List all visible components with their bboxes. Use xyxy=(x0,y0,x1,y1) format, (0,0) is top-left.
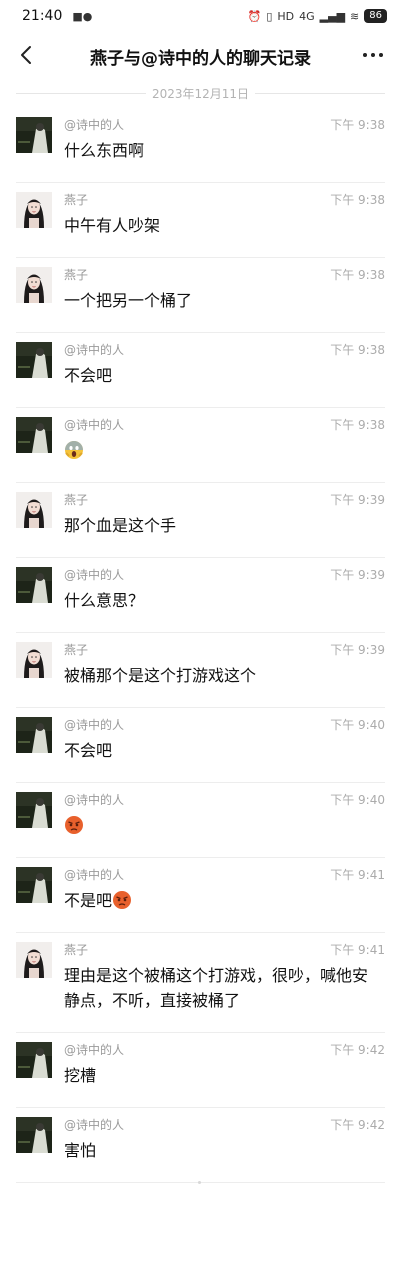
message-time: 下午 9:39 xyxy=(330,643,385,657)
message-item[interactable]: 燕子 下午 9:38 一个把另一个桶了 xyxy=(16,258,385,333)
message-time: 下午 9:39 xyxy=(330,493,385,507)
message-time: 下午 9:40 xyxy=(330,718,385,732)
message-item[interactable]: 燕子 下午 9:38 中午有人吵架 xyxy=(16,183,385,258)
message-content xyxy=(64,438,377,463)
divider-line xyxy=(16,92,146,94)
angry-face-emoji-icon xyxy=(65,816,83,834)
hd-icon: HD xyxy=(277,9,295,23)
sender-name: @诗中的人 xyxy=(64,718,125,732)
message-time: 下午 9:42 xyxy=(330,1118,385,1132)
message-text: 中午有人吵架 xyxy=(64,216,161,235)
message-text: 一个把另一个桶了 xyxy=(64,291,193,310)
message-text: 什么东西啊 xyxy=(64,141,145,160)
message-item[interactable]: @诗中的人 下午 9:38 xyxy=(16,408,385,483)
message-time: 下午 9:38 xyxy=(330,193,385,207)
message-item[interactable]: @诗中的人 下午 9:40 xyxy=(16,783,385,858)
message-time: 下午 9:41 xyxy=(330,943,385,957)
message-item[interactable]: @诗中的人 下午 9:41 不是吧 xyxy=(16,858,385,933)
status-bar: 21:40 ■● ⏰ ▯ HD 4G ▂▄▆ ≋ 86 xyxy=(0,0,401,32)
nav-bar: 燕子与@诗中的人的聊天记录 xyxy=(0,32,401,80)
sender-name: @诗中的人 xyxy=(64,868,125,882)
message-item[interactable]: 燕子 下午 9:39 被桶那个是这个打游戏这个 xyxy=(16,633,385,708)
more-options-icon[interactable] xyxy=(361,46,385,64)
sender-name: 燕子 xyxy=(64,193,89,207)
message-item[interactable]: 燕子 下午 9:41 理由是这个被桶这个打游戏，很吵，喊他安静点，不听，直接被桶… xyxy=(16,933,385,1033)
sender-name: 燕子 xyxy=(64,943,89,957)
vibrate-icon: ▯ xyxy=(266,9,273,23)
message-time: 下午 9:40 xyxy=(330,793,385,807)
alarm-icon: ⏰ xyxy=(247,9,262,23)
screaming-face-emoji-icon xyxy=(65,441,83,459)
sender-name: @诗中的人 xyxy=(64,1043,125,1057)
message-time: 下午 9:38 xyxy=(330,118,385,132)
message-time: 下午 9:39 xyxy=(330,568,385,582)
avatar[interactable] xyxy=(16,1117,52,1153)
avatar[interactable] xyxy=(16,342,52,378)
avatar[interactable] xyxy=(16,492,52,528)
avatar[interactable] xyxy=(16,1042,52,1078)
message-text: 不会吧 xyxy=(64,366,113,385)
message-time: 下午 9:38 xyxy=(330,343,385,357)
message-text: 害怕 xyxy=(64,1141,97,1160)
message-text: 被桶那个是这个打游戏这个 xyxy=(64,666,257,685)
avatar[interactable] xyxy=(16,567,52,603)
message-text: 那个血是这个手 xyxy=(64,516,177,535)
avatar[interactable] xyxy=(16,417,52,453)
sender-name: 燕子 xyxy=(64,643,89,657)
sender-name: @诗中的人 xyxy=(64,568,125,582)
back-arrow-icon[interactable] xyxy=(16,44,38,66)
message-item[interactable]: @诗中的人 下午 9:42 挖槽 xyxy=(16,1033,385,1108)
message-text: 挖槽 xyxy=(64,1066,97,1085)
date-label: 2023年12月11日 xyxy=(151,86,250,101)
message-time: 下午 9:42 xyxy=(330,1043,385,1057)
avatar[interactable] xyxy=(16,717,52,753)
battery-icon: 86 xyxy=(364,9,387,23)
avatar[interactable] xyxy=(16,792,52,828)
avatar[interactable] xyxy=(16,117,52,153)
divider-line xyxy=(255,92,385,94)
message-item[interactable]: @诗中的人 下午 9:42 害怕 xyxy=(16,1108,385,1183)
message-item[interactable]: 燕子 下午 9:39 那个血是这个手 xyxy=(16,483,385,558)
message-text: 理由是这个被桶这个打游戏，很吵，喊他安静点，不听，直接被桶了 xyxy=(64,966,369,1010)
notification-dots-icon: ■● xyxy=(72,9,93,23)
message-item[interactable]: @诗中的人 下午 9:38 不会吧 xyxy=(16,333,385,408)
message-text: 不会吧 xyxy=(64,741,113,760)
sender-name: @诗中的人 xyxy=(64,1118,125,1132)
sender-name: 燕子 xyxy=(64,268,89,282)
wifi-icon: ≋ xyxy=(350,9,360,23)
message-list: @诗中的人 下午 9:38 什么东西啊 燕子 下午 9:38 中午有人吵架 燕子… xyxy=(0,108,401,1183)
avatar[interactable] xyxy=(16,867,52,903)
angry-face-emoji-icon xyxy=(113,891,132,909)
date-divider: 2023年12月11日 xyxy=(16,82,385,104)
sender-name: @诗中的人 xyxy=(64,343,125,357)
message-text: 什么意思？ xyxy=(64,591,145,610)
avatar[interactable] xyxy=(16,942,52,978)
message-text: 不是吧 xyxy=(64,891,113,910)
message-item[interactable]: @诗中的人 下午 9:39 什么意思？ xyxy=(16,558,385,633)
message-time: 下午 9:38 xyxy=(330,418,385,432)
sender-name: @诗中的人 xyxy=(64,118,125,132)
avatar[interactable] xyxy=(16,642,52,678)
message-time: 下午 9:38 xyxy=(330,268,385,282)
message-content: 不是吧 xyxy=(64,888,377,913)
sender-name: @诗中的人 xyxy=(64,418,125,432)
sender-name: 燕子 xyxy=(64,493,89,507)
bottom-dot xyxy=(198,1181,201,1184)
status-time: 21:40 xyxy=(22,8,63,24)
network-label: 4G xyxy=(299,9,315,23)
message-item[interactable]: @诗中的人 下午 9:38 什么东西啊 xyxy=(16,108,385,183)
avatar[interactable] xyxy=(16,267,52,303)
page-title: 燕子与@诗中的人的聊天记录 xyxy=(90,48,311,69)
message-item[interactable]: @诗中的人 下午 9:40 不会吧 xyxy=(16,708,385,783)
message-content xyxy=(64,813,377,838)
sender-name: @诗中的人 xyxy=(64,793,125,807)
message-time: 下午 9:41 xyxy=(330,868,385,882)
signal-icon: ▂▄▆ xyxy=(319,9,346,23)
avatar[interactable] xyxy=(16,192,52,228)
